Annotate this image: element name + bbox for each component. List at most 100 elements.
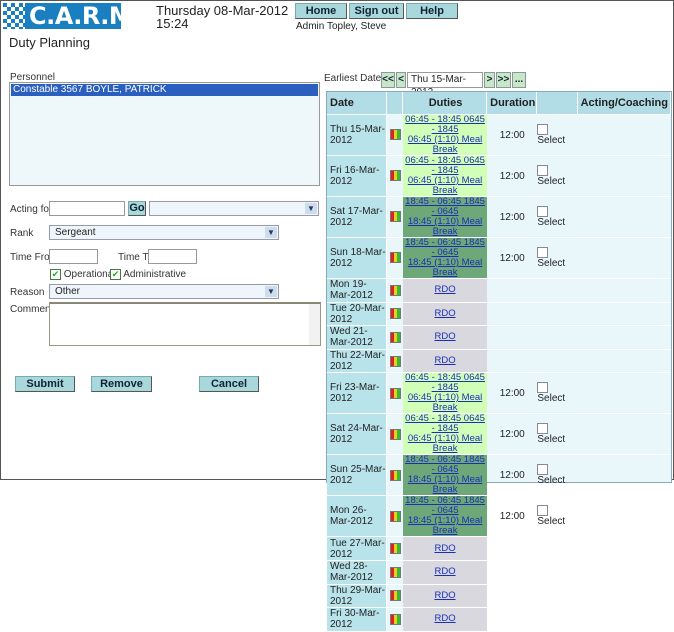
duty-meal-link[interactable]: 06:45 (1:10) Meal Break bbox=[408, 392, 482, 413]
duty-meal-link[interactable]: 06:45 (1:10) Meal Break bbox=[408, 175, 482, 196]
acting-cell bbox=[578, 561, 671, 585]
duty-link[interactable]: 18:45 - 06:45 1845 - 0645 bbox=[405, 495, 485, 516]
cancel-button[interactable]: Cancel bbox=[199, 376, 259, 392]
acting-for-select[interactable]: ▼ bbox=[149, 201, 319, 216]
scrollbar[interactable] bbox=[309, 304, 320, 345]
comments-textarea[interactable] bbox=[49, 302, 321, 346]
select-checkbox[interactable] bbox=[537, 382, 548, 393]
duty-cell: 06:45 - 18:45 0645 - 184506:45 (1:10) Me… bbox=[403, 373, 487, 414]
acting-cell bbox=[578, 115, 671, 156]
duty-meal-link[interactable]: 18:45 (1:10) Meal Break bbox=[408, 216, 482, 237]
duty-cell: RDO bbox=[403, 279, 487, 303]
rdo-link[interactable]: RDO bbox=[434, 355, 455, 366]
col-acting: Acting/Coaching bbox=[578, 92, 671, 115]
time-to-input[interactable] bbox=[148, 249, 197, 264]
bar-chart-icon[interactable] bbox=[390, 470, 401, 481]
bar-chart-icon[interactable] bbox=[390, 388, 401, 399]
bar-chart-icon[interactable] bbox=[390, 211, 401, 222]
table-row: Mon 26-Mar-2012 18:45 - 06:45 1845 - 064… bbox=[327, 496, 671, 537]
icon-cell bbox=[387, 279, 403, 303]
bar-chart-icon[interactable] bbox=[390, 429, 401, 440]
logo-text: C.A.R.M bbox=[29, 2, 132, 30]
bar-chart-icon[interactable] bbox=[390, 511, 401, 522]
first-page-button[interactable]: << bbox=[381, 72, 395, 88]
date-cell: Fri 30-Mar-2012 bbox=[327, 608, 387, 632]
duty-meal-link[interactable]: 06:45 (1:10) Meal Break bbox=[408, 433, 482, 454]
operational-checkbox[interactable]: ✔ bbox=[50, 269, 61, 280]
duty-meal-link[interactable]: 18:45 (1:10) Meal Break bbox=[408, 515, 482, 536]
bar-chart-icon[interactable] bbox=[390, 356, 401, 367]
table-row: Fri 23-Mar-2012 06:45 - 18:45 0645 - 184… bbox=[327, 373, 671, 414]
submit-button[interactable]: Submit bbox=[15, 376, 75, 392]
prev-button[interactable]: < bbox=[396, 72, 406, 88]
date-cell: Mon 19-Mar-2012 bbox=[327, 279, 387, 303]
select-checkbox[interactable] bbox=[537, 124, 548, 135]
remove-button[interactable]: Remove bbox=[91, 376, 152, 392]
bar-chart-icon[interactable] bbox=[390, 308, 401, 319]
acting-for-input[interactable] bbox=[49, 201, 125, 216]
acting-for-label: Acting for bbox=[10, 204, 52, 215]
bar-chart-icon[interactable] bbox=[390, 614, 401, 625]
select-checkbox[interactable] bbox=[537, 423, 548, 434]
duty-link[interactable]: 18:45 - 06:45 1845 - 0645 bbox=[405, 196, 485, 217]
table-row: Sat 24-Mar-2012 06:45 - 18:45 0645 - 184… bbox=[327, 414, 671, 455]
duty-cell: 18:45 - 06:45 1845 - 064518:45 (1:10) Me… bbox=[403, 197, 487, 238]
bar-chart-icon[interactable] bbox=[390, 543, 401, 554]
time-from-input[interactable] bbox=[49, 249, 98, 264]
duty-meal-link[interactable]: 18:45 (1:10) Meal Break bbox=[408, 257, 482, 278]
home-button[interactable]: Home bbox=[295, 3, 347, 19]
help-button[interactable]: Help bbox=[406, 3, 458, 19]
administrative-checkbox[interactable]: ✔ bbox=[110, 269, 121, 280]
select-checkbox[interactable] bbox=[537, 206, 548, 217]
current-datetime: Thursday 08-Mar-201215:24 bbox=[156, 4, 288, 30]
select-checkbox[interactable] bbox=[537, 505, 548, 516]
rdo-link[interactable]: RDO bbox=[434, 284, 455, 295]
last-page-button[interactable]: >> bbox=[496, 72, 511, 88]
rdo-link[interactable]: RDO bbox=[434, 308, 455, 319]
earliest-date-input[interactable]: Thu 15-Mar-2012 bbox=[407, 72, 483, 88]
rdo-link[interactable]: RDO bbox=[434, 331, 455, 342]
go-button[interactable]: Go bbox=[128, 201, 146, 216]
duty-link[interactable]: 18:45 - 06:45 1845 - 0645 bbox=[405, 454, 485, 475]
select-cell bbox=[537, 350, 577, 374]
personnel-list[interactable]: Constable 3567 BOYLE, PATRICK bbox=[9, 82, 320, 186]
date-picker-button[interactable]: ... bbox=[512, 72, 526, 88]
duty-link[interactable]: 06:45 - 18:45 0645 - 1845 bbox=[405, 372, 485, 393]
reason-select[interactable]: Other▼ bbox=[49, 284, 279, 299]
duration-cell bbox=[487, 326, 537, 350]
bar-chart-icon[interactable] bbox=[390, 590, 401, 601]
bar-chart-icon[interactable] bbox=[390, 170, 401, 181]
bar-chart-icon[interactable] bbox=[390, 285, 401, 296]
rdo-link[interactable]: RDO bbox=[434, 566, 455, 577]
duty-meal-link[interactable]: 18:45 (1:10) Meal Break bbox=[408, 474, 482, 495]
duration-cell: 12:00 bbox=[487, 414, 537, 455]
duration-cell bbox=[487, 561, 537, 585]
operational-checkbox-row[interactable]: ✔ Operational bbox=[50, 269, 115, 280]
administrative-checkbox-row[interactable]: ✔ Administrative bbox=[110, 269, 186, 280]
rdo-link[interactable]: RDO bbox=[434, 543, 455, 554]
select-cell bbox=[537, 585, 577, 609]
rank-select[interactable]: Sergeant▼ bbox=[49, 225, 279, 240]
duty-cell: 18:45 - 06:45 1845 - 064518:45 (1:10) Me… bbox=[403, 496, 487, 537]
select-checkbox[interactable] bbox=[537, 247, 548, 258]
acting-cell bbox=[578, 455, 671, 496]
duty-link[interactable]: 06:45 - 18:45 0645 - 1845 bbox=[405, 155, 485, 176]
sign-out-button[interactable]: Sign out bbox=[349, 3, 404, 19]
select-checkbox[interactable] bbox=[537, 464, 548, 475]
acting-cell bbox=[578, 238, 671, 279]
duty-meal-link[interactable]: 06:45 (1:10) Meal Break bbox=[408, 134, 482, 155]
select-checkbox[interactable] bbox=[537, 165, 548, 176]
bar-chart-icon[interactable] bbox=[390, 252, 401, 263]
duty-link[interactable]: 06:45 - 18:45 0645 - 1845 bbox=[405, 114, 485, 135]
bar-chart-icon[interactable] bbox=[390, 129, 401, 140]
bar-chart-icon[interactable] bbox=[390, 567, 401, 578]
rdo-link[interactable]: RDO bbox=[434, 590, 455, 601]
duty-link[interactable]: 06:45 - 18:45 0645 - 1845 bbox=[405, 413, 485, 434]
rank-label: Rank bbox=[10, 228, 33, 239]
bar-chart-icon[interactable] bbox=[390, 332, 401, 343]
personnel-item[interactable]: Constable 3567 BOYLE, PATRICK bbox=[11, 84, 318, 96]
duty-link[interactable]: 18:45 - 06:45 1845 - 0645 bbox=[405, 237, 485, 258]
rdo-link[interactable]: RDO bbox=[434, 613, 455, 624]
select-label: Select bbox=[537, 475, 565, 486]
next-button[interactable]: > bbox=[484, 72, 495, 88]
